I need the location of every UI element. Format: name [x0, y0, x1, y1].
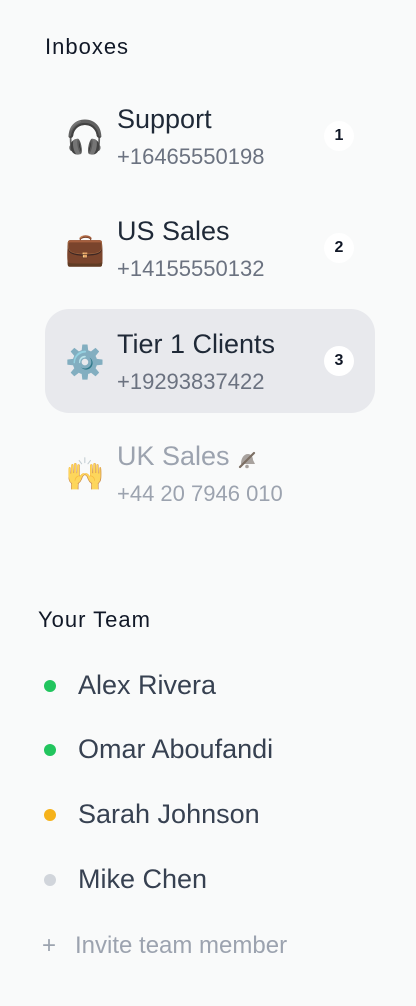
team-member-alex-rivera[interactable]: Alex Rivera [44, 666, 374, 706]
inbox-item-support[interactable]: 🎧 Support +16465550198 1 [45, 84, 375, 188]
member-name: Sarah Johnson [78, 799, 260, 829]
status-dot [44, 744, 56, 756]
headphones-icon: 🎧 [65, 118, 105, 156]
inbox-count-badge: 3 [324, 346, 354, 376]
inbox-phone: +44 20 7946 010 [117, 481, 283, 506]
plus-icon: + [42, 932, 57, 959]
briefcase-icon: 💼 [65, 230, 105, 268]
gear-icon: ⚙️ [65, 343, 105, 381]
team-member-mike-chen[interactable]: Mike Chen [44, 860, 374, 900]
inbox-item-tier-1-clients[interactable]: ⚙️ Tier 1 Clients +19293837422 3 [45, 309, 375, 413]
inbox-name: US Sales [117, 216, 230, 246]
team-title: Your Team [38, 607, 151, 632]
team-member-sarah-johnson[interactable]: Sarah Johnson [44, 795, 374, 835]
invite-team-member-button[interactable]: + Invite team member [42, 930, 362, 964]
member-name: Alex Rivera [78, 670, 217, 700]
team-member-omar-aboufandi[interactable]: Omar Aboufandi [44, 730, 374, 770]
inbox-name: UK Sales [117, 441, 230, 471]
status-dot [44, 680, 56, 692]
inbox-name: Tier 1 Clients [117, 329, 276, 359]
member-name: Omar Aboufandi [78, 734, 274, 764]
member-name: Mike Chen [78, 864, 208, 894]
inboxes-title: Inboxes [45, 34, 130, 59]
inbox-phone: +16465550198 [117, 144, 265, 169]
raised-hands-icon: 🙌 [65, 455, 105, 493]
inbox-phone: +14155550132 [117, 256, 265, 281]
inbox-name: Support [117, 104, 212, 134]
inbox-count-badge: 1 [324, 121, 354, 151]
inbox-phone: +19293837422 [117, 369, 265, 394]
inbox-count-badge: 2 [324, 233, 354, 263]
inbox-item-us-sales[interactable]: 💼 US Sales +14155550132 2 [45, 196, 375, 300]
inbox-item-uk-sales[interactable]: 🙌 UK Sales +44 20 7946 010 [45, 421, 375, 525]
invite-label: Invite team member [75, 932, 288, 959]
status-dot [44, 874, 56, 886]
status-dot [44, 809, 56, 821]
muted-bell-icon [236, 447, 258, 469]
inbox-name-row: UK Sales [117, 441, 258, 472]
